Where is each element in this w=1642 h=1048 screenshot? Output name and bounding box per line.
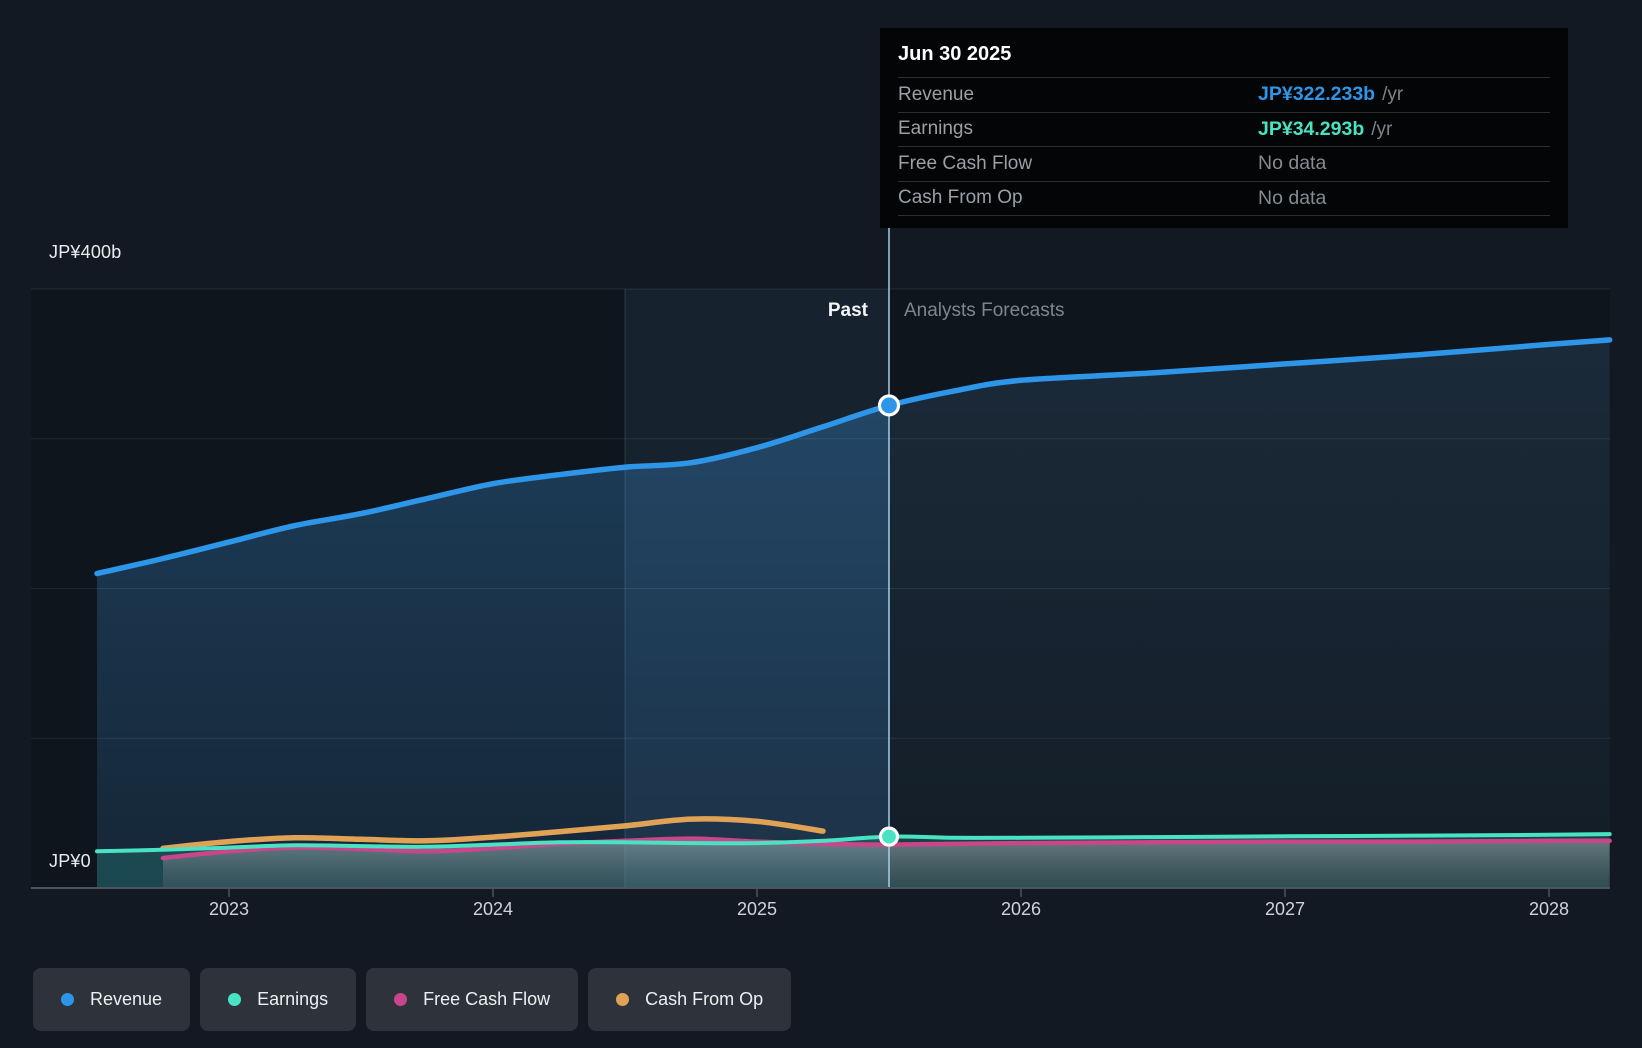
y-axis-label-0: JP¥0 [49, 851, 91, 871]
tooltip-date: Jun 30 2025 [898, 43, 1012, 65]
legend-item-earnings[interactable]: Earnings [200, 968, 357, 1031]
tooltip-row-label: Revenue [898, 83, 975, 105]
tooltip-row-revenue: Revenue JP¥322.233b/yr [898, 77, 1550, 112]
past-zone-label: Past [827, 300, 868, 321]
chart-canvas: JP¥400b JP¥0 Past Analysts Forecasts 202… [0, 0, 1642, 1048]
tooltip-row-value: No data [1258, 152, 1327, 175]
tooltip-row-value: JP¥322.233b/yr [1258, 83, 1404, 106]
tooltip-row-free-cash-flow: Free Cash Flow No data [898, 146, 1550, 181]
legend-item-label: Free Cash Flow [423, 989, 551, 1009]
x-tick-label-2024: 2024 [472, 899, 514, 919]
legend-item-revenue[interactable]: Revenue [33, 968, 191, 1031]
chart-legend: Revenue Earnings Free Cash Flow Cash From O… [33, 968, 792, 1031]
legend-item-free-cash-flow[interactable]: Free Cash Flow [366, 968, 579, 1031]
y-axis-label-400b: JP¥400b [49, 242, 122, 262]
legend-item-label: Cash From Op [645, 989, 764, 1009]
tooltip-bottom-divider [898, 215, 1550, 216]
tooltip-row-cash-from-op: Cash From Op No data [898, 180, 1550, 216]
tooltip-row-value: JP¥34.293b/yr [1258, 117, 1393, 140]
tooltip-row-label: Cash From Op [898, 187, 1023, 209]
tooltip-row-value: No data [1258, 186, 1327, 209]
tooltip-row-label: Earnings [898, 118, 973, 140]
x-tick-label-2023: 2023 [208, 899, 250, 919]
tooltip-row-unit: /yr [1371, 118, 1393, 140]
legend-color-dot [394, 993, 408, 1006]
legend-item-label: Revenue [90, 989, 163, 1009]
x-tick-label-2025: 2025 [736, 899, 778, 919]
forecast-zone-label: Analysts Forecasts [904, 300, 1065, 321]
legend-color-dot [228, 993, 242, 1006]
revenue-area-forecast [889, 339, 1610, 888]
tooltip-row-unit: /yr [1382, 84, 1404, 106]
legend-color-dot [616, 993, 630, 1006]
tooltip-row-label: Free Cash Flow [898, 152, 1033, 174]
revenue-marker-dot [877, 394, 901, 417]
legend-color-dot [61, 993, 74, 1006]
x-tick-label-2026: 2026 [1000, 899, 1042, 919]
legend-item-cash-from-op[interactable]: Cash From Op [588, 968, 792, 1031]
hover-tooltip: Jun 30 2025 Revenue JP¥322.233b/yr Earning… [880, 28, 1568, 228]
x-tick-label-2027: 2027 [1264, 899, 1306, 919]
x-tick-label-2028: 2028 [1528, 899, 1570, 919]
legend-item-label: Earnings [257, 989, 329, 1009]
earnings-marker-dot [878, 826, 900, 847]
tooltip-row-earnings: Earnings JP¥34.293b/yr [898, 111, 1550, 147]
